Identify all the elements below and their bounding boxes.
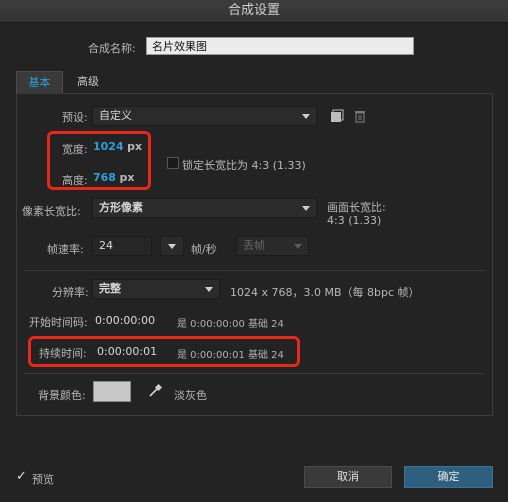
new-preset-icon[interactable] <box>328 107 346 125</box>
chevron-down-icon <box>205 287 213 292</box>
drop-frame-dropdown: 丢帧 <box>236 236 309 256</box>
preview-checkbox[interactable]: ✓ <box>16 470 30 484</box>
chevron-down-icon <box>302 114 310 119</box>
preset-value: 自定义 <box>99 109 132 122</box>
frame-rate-dropdown[interactable] <box>160 236 184 256</box>
tab-basic[interactable]: 基本 <box>16 71 63 94</box>
frame-rate-unit: 帧/秒 <box>191 243 217 256</box>
highlight-dimensions <box>47 131 151 190</box>
pixel-aspect-label: 像素长宽比: <box>22 205 81 218</box>
start-timecode-value[interactable]: 0:00:00:00 <box>95 314 155 327</box>
pixel-aspect-value: 方形像素 <box>99 201 143 214</box>
separator <box>24 373 485 374</box>
bg-color-name: 淡灰色 <box>174 389 207 402</box>
resolution-info: 1024 x 768，3.0 MB（每 8bpc 帧） <box>230 286 420 299</box>
start-timecode-note: 是 0:00:00:00 基础 24 <box>177 319 284 330</box>
frame-aspect-label: 画面长宽比: <box>327 201 386 214</box>
eyedropper-icon[interactable] <box>147 383 163 399</box>
preset-label: 预设: <box>62 111 88 124</box>
separator <box>24 270 485 271</box>
tab-advanced[interactable]: 高级 <box>66 71 110 94</box>
bg-color-swatch[interactable] <box>93 381 131 402</box>
highlight-duration <box>28 336 300 367</box>
preset-dropdown[interactable]: 自定义 <box>92 106 317 126</box>
pixel-aspect-dropdown[interactable]: 方形像素 <box>92 198 317 218</box>
lock-aspect-label: 锁定长宽比为 4:3 (1.33) <box>182 159 306 172</box>
start-timecode-label: 开始时间码: <box>29 316 88 329</box>
chevron-down-icon <box>168 244 176 249</box>
cancel-button[interactable]: 取消 <box>304 466 392 488</box>
resolution-value: 完整 <box>99 282 121 295</box>
frame-aspect-value: 4:3 (1.33) <box>327 214 382 227</box>
ok-button[interactable]: 确定 <box>404 466 493 488</box>
frame-rate-value: 24 <box>99 239 113 252</box>
chevron-down-icon <box>294 244 302 249</box>
bg-color-label: 背景颜色: <box>38 389 86 402</box>
comp-name-input[interactable]: 名片效果图 <box>146 37 414 55</box>
lock-aspect-checkbox[interactable] <box>167 157 179 169</box>
drop-frame-value: 丢帧 <box>243 239 265 252</box>
resolution-dropdown[interactable]: 完整 <box>92 279 220 299</box>
trash-icon[interactable] <box>351 107 369 125</box>
comp-name-label: 合成名称: <box>88 42 136 55</box>
window-title: 合成设置 <box>0 0 508 23</box>
frame-rate-input[interactable]: 24 <box>92 236 152 256</box>
resolution-label: 分辨率: <box>52 286 89 299</box>
frame-rate-label: 帧速率: <box>47 243 84 256</box>
chevron-down-icon <box>302 206 310 211</box>
preview-label: 预览 <box>32 473 54 486</box>
